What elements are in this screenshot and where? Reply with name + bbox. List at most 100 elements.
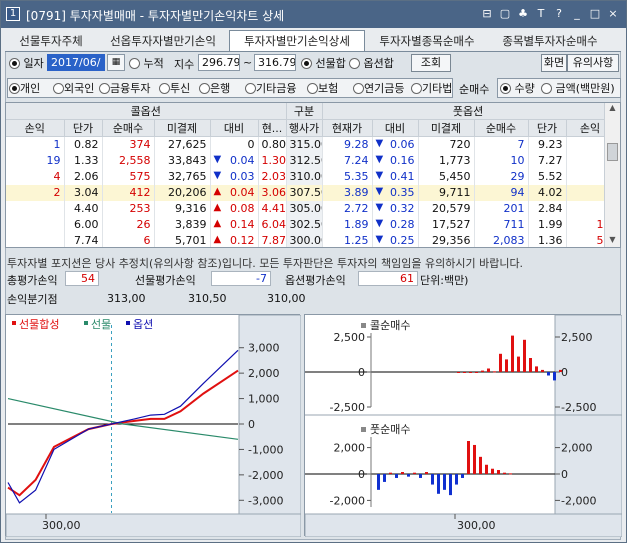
left-y-tick-label: -2,500: [330, 401, 365, 414]
legend-label-0: 선물합성: [19, 318, 59, 331]
cell-value: 27,625: [168, 138, 207, 152]
tab-futures-investor[interactable]: 선물투자주체: [7, 31, 95, 51]
maximize-icon[interactable]: □: [588, 7, 602, 21]
investor-radio-2[interactable]: [99, 82, 110, 94]
table-row[interactable]: 2 3.04 412 20,206 ▲ 0.04 3.06307.50 3.89 ▼ 0.35 9,…: [6, 184, 615, 201]
cell-value: 201: [503, 202, 525, 215]
cell-cpr: 4.40: [64, 200, 103, 217]
table-scrollbar[interactable]: ▲ ▼: [604, 103, 620, 247]
table-row[interactable]: 4 2.06 575 32,765 ▼ 0.03 2.03310.00 5.35 ▼ 0.41 5,…: [6, 168, 615, 185]
col-header-put-oi[interactable]: 미결제: [418, 119, 475, 137]
cell-strike: 305.00: [286, 200, 323, 217]
cell-poi: 1,773: [418, 152, 475, 169]
legend-swatch: [126, 321, 130, 325]
date-radio[interactable]: [9, 57, 20, 69]
cell-value: 575: [129, 170, 151, 183]
window-icon[interactable]: ▢: [498, 7, 512, 21]
help-icon[interactable]: ?: [552, 7, 566, 21]
font-icon[interactable]: T: [534, 7, 548, 21]
cell-value: 1.36: [538, 234, 563, 247]
cell-pdiff: ▼ 0.28: [372, 216, 419, 233]
col-header-call-pnl[interactable]: 손익: [6, 119, 65, 137]
investor-radio-6[interactable]: [307, 82, 318, 94]
close-icon[interactable]: ×: [606, 7, 620, 21]
investor-radio-4[interactable]: [199, 82, 210, 94]
tab-investor-item-net[interactable]: 투자자별종목순매수: [367, 31, 487, 51]
date-input[interactable]: 2017/06/: [47, 54, 105, 71]
cumulative-radio[interactable]: [129, 57, 140, 69]
down-arrow-icon: ▼: [213, 154, 222, 165]
link-icon[interactable]: ⊟: [480, 7, 494, 21]
tab-investor-expiry-pnl[interactable]: 선옵투자자별만기손익: [97, 31, 229, 51]
cell-pcur: 5.35: [322, 168, 373, 185]
cell-value: 0.41: [390, 170, 415, 183]
col-header-call-diff[interactable]: 대비: [210, 119, 259, 137]
table-row[interactable]: 4.40 253 9,316 ▲ 0.08 4.41305.00 2.72 ▼ 0.32 20,5…: [6, 200, 615, 217]
table-row[interactable]: 19 1.33 2,558 33,843 ▼ 0.04 1.30312.50 7.24 ▼ 0.1…: [6, 152, 615, 169]
notice-button[interactable]: 유의사항: [567, 54, 619, 72]
club-icon[interactable]: ♣: [516, 7, 530, 21]
scroll-thumb[interactable]: [607, 143, 618, 161]
investor-radio-1[interactable]: [53, 82, 64, 94]
col-header-put-price[interactable]: 단가: [528, 119, 567, 137]
amount-radio[interactable]: [541, 82, 552, 94]
bar: [523, 339, 526, 372]
query-button[interactable]: 조회: [411, 54, 451, 72]
investor-radio-8[interactable]: [411, 82, 422, 94]
cell-value: 312.50: [289, 154, 322, 167]
tab-expiry-pnl-detail[interactable]: 투자자별만기손익상세: [229, 30, 365, 52]
options-sum-radio[interactable]: [349, 57, 360, 69]
col-header-put-net[interactable]: 순매수: [474, 119, 529, 137]
index-to-input[interactable]: 316.79: [254, 54, 296, 71]
col-header-strike[interactable]: 행사가: [286, 119, 323, 137]
cell-value: 7.87: [261, 234, 286, 247]
bar: [517, 356, 520, 372]
investor-radio-7[interactable]: [353, 82, 364, 94]
investor-radio-0[interactable]: [9, 82, 20, 94]
bar: [509, 473, 512, 475]
cell-value: 7.27: [538, 154, 563, 167]
scroll-down-icon[interactable]: ▼: [605, 235, 620, 247]
legend-label-1: 선물: [91, 318, 111, 331]
scroll-up-icon[interactable]: ▲: [605, 103, 620, 115]
cell-cnet: 412: [102, 184, 155, 201]
col-header-call-current[interactable]: 현...: [258, 119, 287, 137]
cell-value: 1: [53, 138, 61, 152]
col-header-put-current[interactable]: 현재가: [322, 119, 373, 137]
investor-label-4: 은행: [210, 82, 231, 95]
cell-value: 0.82: [74, 138, 99, 152]
calendar-icon[interactable]: ▦: [107, 54, 125, 71]
investor-option-8: 기타법인: [411, 80, 451, 96]
cell-pdiff: ▼ 0.35: [372, 184, 419, 201]
quantity-radio[interactable]: [500, 82, 511, 94]
investor-radio-3[interactable]: [159, 82, 170, 94]
bar: [437, 474, 440, 494]
cell-value: 9,316: [175, 202, 207, 215]
col-header-call-net[interactable]: 순매수: [102, 119, 155, 137]
col-header-put-diff[interactable]: 대비: [372, 119, 419, 137]
futures-sum-radio[interactable]: [301, 57, 312, 69]
tab-item-investor-net[interactable]: 종목별투자자순매수: [489, 31, 611, 51]
col-header-call-price[interactable]: 단가: [64, 119, 103, 137]
cell-cp: 19: [6, 152, 65, 169]
cell-ppr: 2.84: [528, 200, 567, 217]
cell-cdiff: 0: [210, 136, 259, 153]
cell-pdiff: ▼ 0.41: [372, 168, 419, 185]
y-tick-label: 2,000: [561, 442, 593, 455]
cell-cpr: 3.04: [64, 184, 103, 201]
investor-label-8: 기타법인: [422, 82, 451, 95]
col-header-call-oi[interactable]: 미결제: [154, 119, 211, 137]
table-row[interactable]: 6.00 26 3,839 ▲ 0.14 6.04302.50 1.89 ▼ 0.28 17,52…: [6, 216, 615, 233]
cell-value: 9,711: [439, 186, 471, 199]
table-row[interactable]: 1 0.82 374 27,625 0 0.80315.00 9.28 ▼ 0.06 720 7 9.…: [6, 136, 615, 153]
cell-value: 5.52: [538, 170, 563, 183]
investor-radio-5[interactable]: [245, 82, 256, 94]
screen-button[interactable]: 화면: [541, 54, 567, 72]
cell-value: 0.14: [230, 218, 255, 231]
minimize-icon[interactable]: _: [570, 7, 584, 21]
break-even-1: 313,00: [107, 292, 146, 305]
index-from-input[interactable]: 296.79: [198, 54, 240, 71]
table-row[interactable]: 7.74 6 5,701 ▲ 0.12 7.87300.00 1.25 ▼ 0.25 29,356…: [6, 232, 615, 247]
options-sum-label: 옵션합: [363, 57, 394, 70]
bar: [505, 359, 508, 372]
